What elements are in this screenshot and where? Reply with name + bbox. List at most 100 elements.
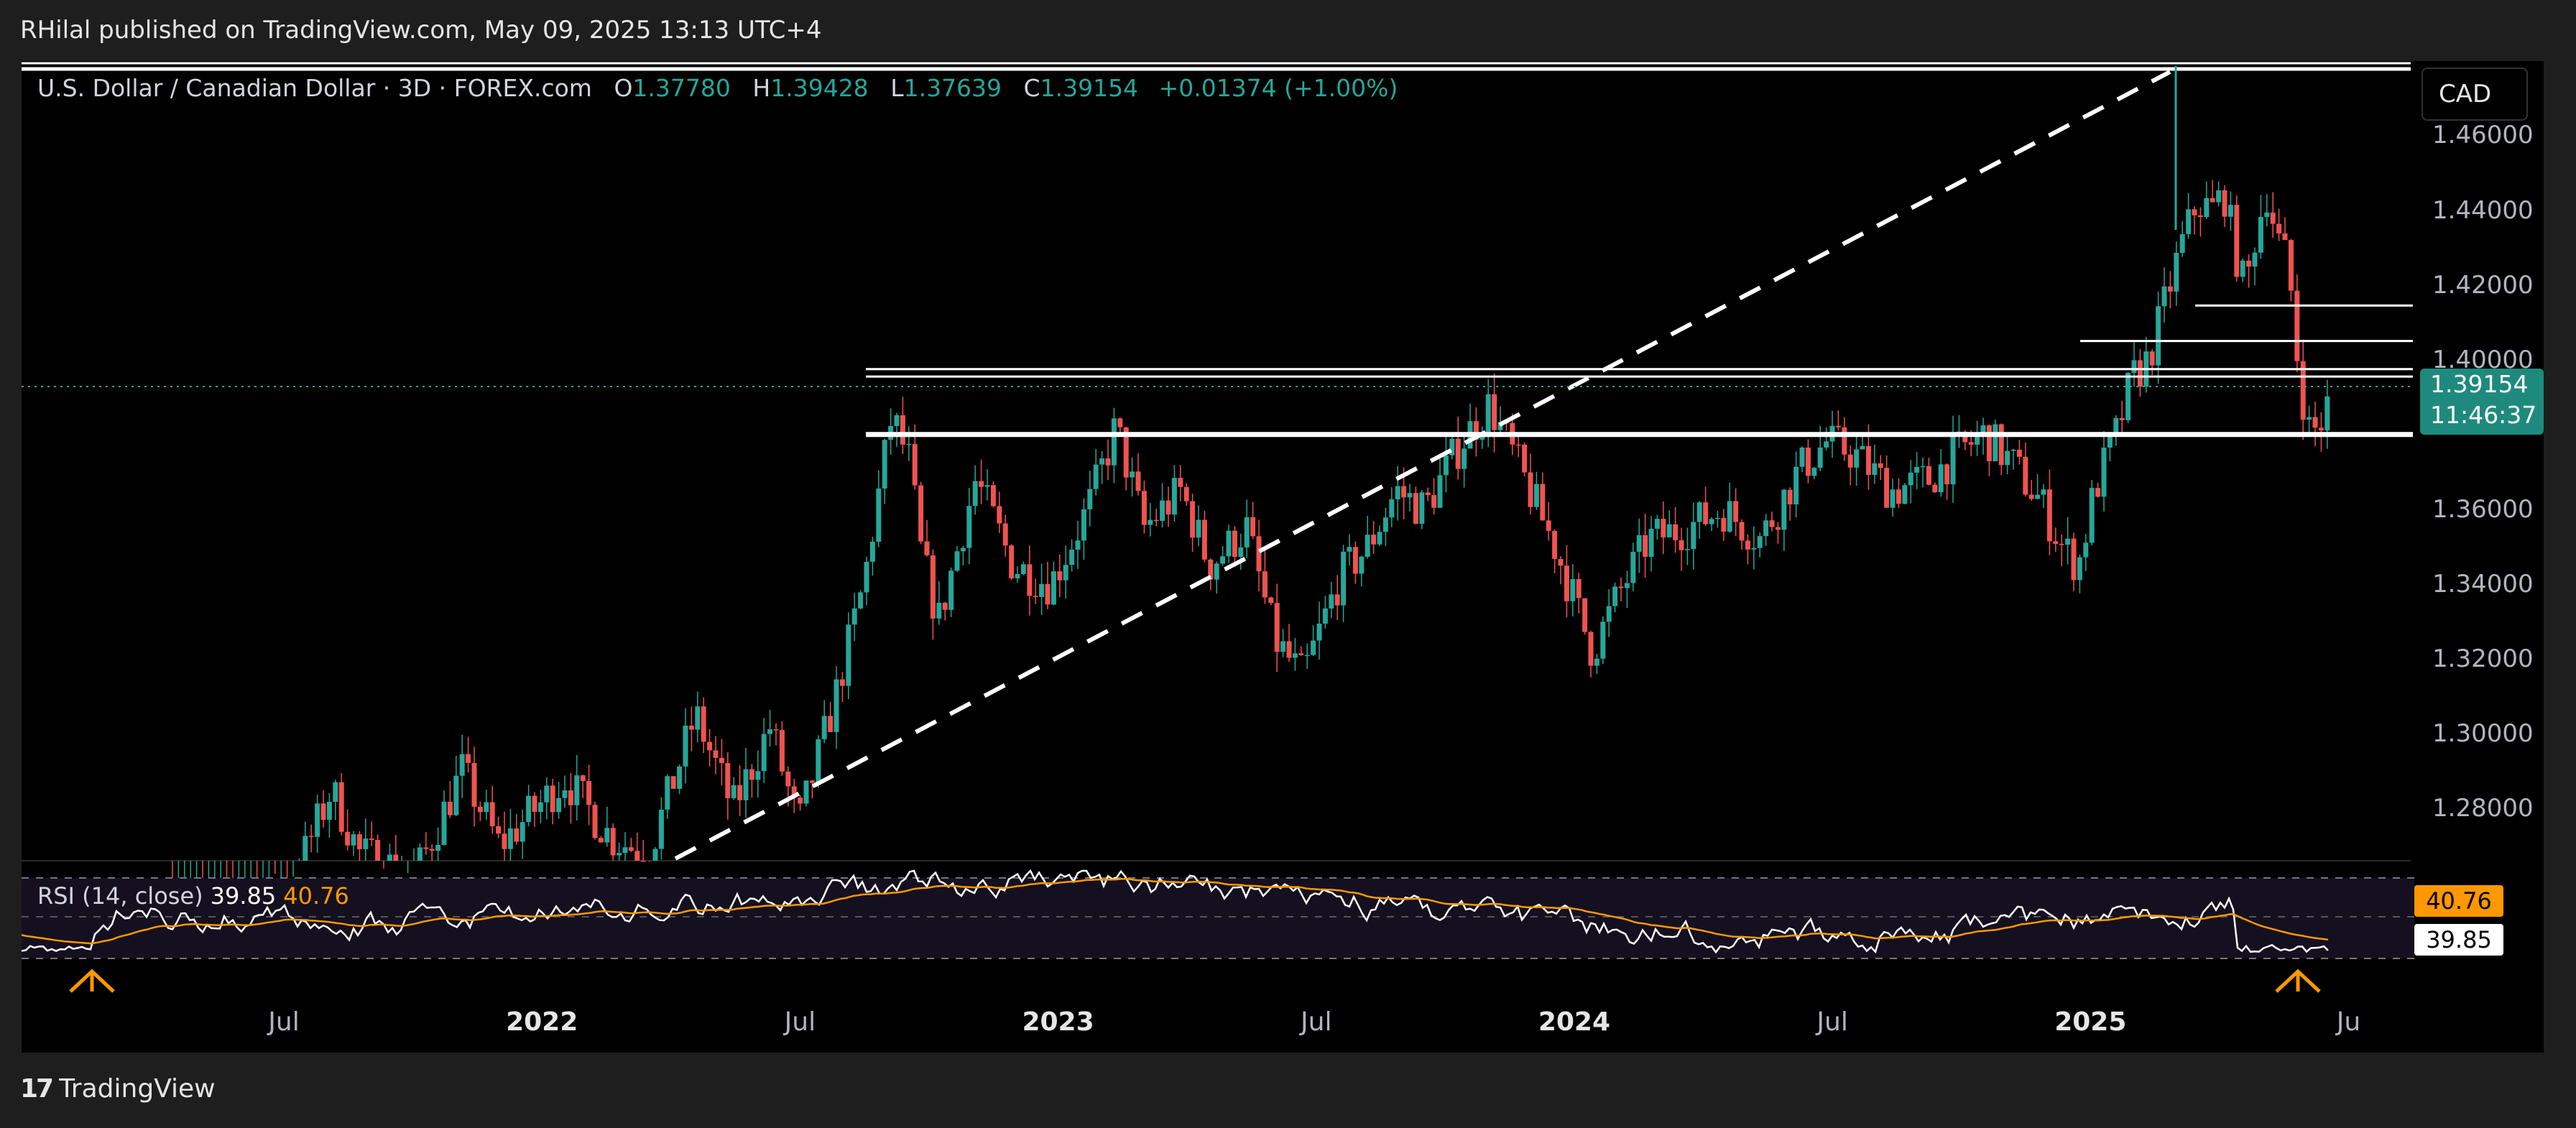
candle-body — [894, 415, 900, 426]
candle-body — [1130, 471, 1135, 478]
candle-body — [2083, 542, 2089, 558]
candle-body — [821, 716, 827, 739]
candle-body — [1666, 524, 1672, 537]
candle-body — [1117, 418, 1123, 427]
candle-body — [2023, 456, 2028, 495]
candle-body — [1063, 565, 1068, 581]
candle-body — [864, 561, 869, 593]
bar-countdown: 11:46:37 — [2430, 401, 2537, 429]
candle-body — [326, 801, 332, 820]
candle-body — [303, 836, 308, 861]
symbol-legend[interactable]: U.S. Dollar / Canadian Dollar · 3D · FOR… — [37, 74, 1398, 102]
candle-body — [1262, 571, 1268, 598]
horizontal-levels[interactable] — [866, 304, 2413, 438]
candle-body — [1811, 468, 1817, 476]
candle-body — [2035, 494, 2041, 499]
candle-body — [834, 679, 839, 732]
candle-body — [592, 805, 598, 838]
candle-body — [2161, 286, 2167, 307]
candle-body — [695, 706, 701, 730]
price-tick: 1.28000 — [2432, 794, 2534, 823]
candle-body — [1238, 547, 1244, 558]
candle-body — [737, 785, 743, 800]
candle-body — [2288, 240, 2294, 291]
candle-body — [1341, 551, 1347, 606]
currency-button[interactable]: CAD — [2422, 68, 2528, 121]
candle-body — [851, 608, 857, 625]
candle-body — [1322, 608, 1328, 624]
candle-body — [665, 776, 670, 810]
tradingview-logo-icon: 17 — [20, 1074, 54, 1104]
candle-body — [2325, 396, 2330, 431]
candle-body — [1769, 520, 1775, 527]
candle-body — [2028, 494, 2034, 499]
candle-body — [1153, 519, 1159, 522]
candle-body — [1878, 463, 1883, 468]
rsi-axis-label: 39.85 — [2414, 924, 2503, 956]
candle-body — [1842, 427, 1847, 455]
candle-body — [2270, 212, 2276, 224]
candle-body — [1636, 535, 1642, 553]
candle-body — [1165, 500, 1171, 515]
candle-body — [1244, 517, 1250, 547]
candle-body — [1027, 564, 1033, 596]
candle-body — [2252, 252, 2258, 267]
low-value: 1.37639 — [903, 74, 1002, 102]
time-tick: Jul — [268, 1007, 300, 1037]
candle-body — [1171, 478, 1177, 515]
candle-body — [466, 754, 471, 763]
candle-body — [1009, 545, 1015, 578]
candle-body — [1552, 530, 1558, 560]
candle-body — [1721, 517, 1727, 532]
candle-body — [333, 782, 338, 802]
time-tick: Ju — [2336, 1007, 2361, 1037]
candle-body — [869, 542, 875, 562]
candle-body — [960, 547, 966, 552]
candle-body — [1570, 579, 1576, 601]
candle-body — [598, 838, 604, 843]
price-tick: 1.36000 — [2432, 494, 2534, 524]
candle-body — [338, 782, 344, 832]
candle-body — [876, 488, 882, 542]
candle-body — [1817, 447, 1823, 468]
candle-body — [2137, 360, 2143, 387]
candle-body — [320, 803, 326, 820]
candle-body — [773, 729, 779, 731]
candle-body — [2041, 489, 2046, 495]
candle-body — [2264, 212, 2270, 217]
price-tick: 1.44000 — [2432, 195, 2534, 225]
candle-body — [2258, 216, 2263, 253]
candle-body — [1606, 606, 1612, 622]
candle-body — [1533, 484, 1539, 507]
candle-body — [387, 854, 392, 861]
candle-body — [1654, 519, 1660, 529]
candle-body — [1256, 536, 1262, 572]
candle-body — [393, 854, 399, 861]
candle-body — [507, 828, 513, 849]
candle-body — [1600, 621, 1606, 659]
candle-body — [942, 602, 948, 610]
candle-body — [1546, 520, 1551, 531]
rsi-legend[interactable]: RSI (14, close) 39.85 40.76 — [37, 882, 349, 910]
candle-body — [1950, 435, 1956, 485]
candle-body — [1087, 489, 1093, 509]
candle-body — [1763, 520, 1769, 537]
candle-body — [1347, 547, 1352, 552]
low-label: L — [890, 74, 904, 102]
candle-body — [954, 551, 960, 571]
time-tick: Jul — [784, 1007, 816, 1037]
candle-body — [1594, 658, 1599, 666]
candle-body — [1709, 519, 1714, 524]
candle-body — [574, 775, 580, 805]
candle-body — [1781, 489, 1787, 530]
candle-body — [1643, 535, 1648, 558]
footer[interactable]: 17 TradingView — [20, 1074, 216, 1104]
candle-body — [990, 485, 996, 507]
candle-body — [658, 809, 664, 849]
symbol-title: U.S. Dollar / Canadian Dollar · 3D · FOR… — [37, 74, 592, 102]
candle-body — [1413, 493, 1418, 524]
candle-body — [652, 849, 658, 861]
candle-body — [2204, 198, 2210, 218]
candle-body — [1576, 579, 1582, 598]
candle-body — [1069, 550, 1075, 565]
